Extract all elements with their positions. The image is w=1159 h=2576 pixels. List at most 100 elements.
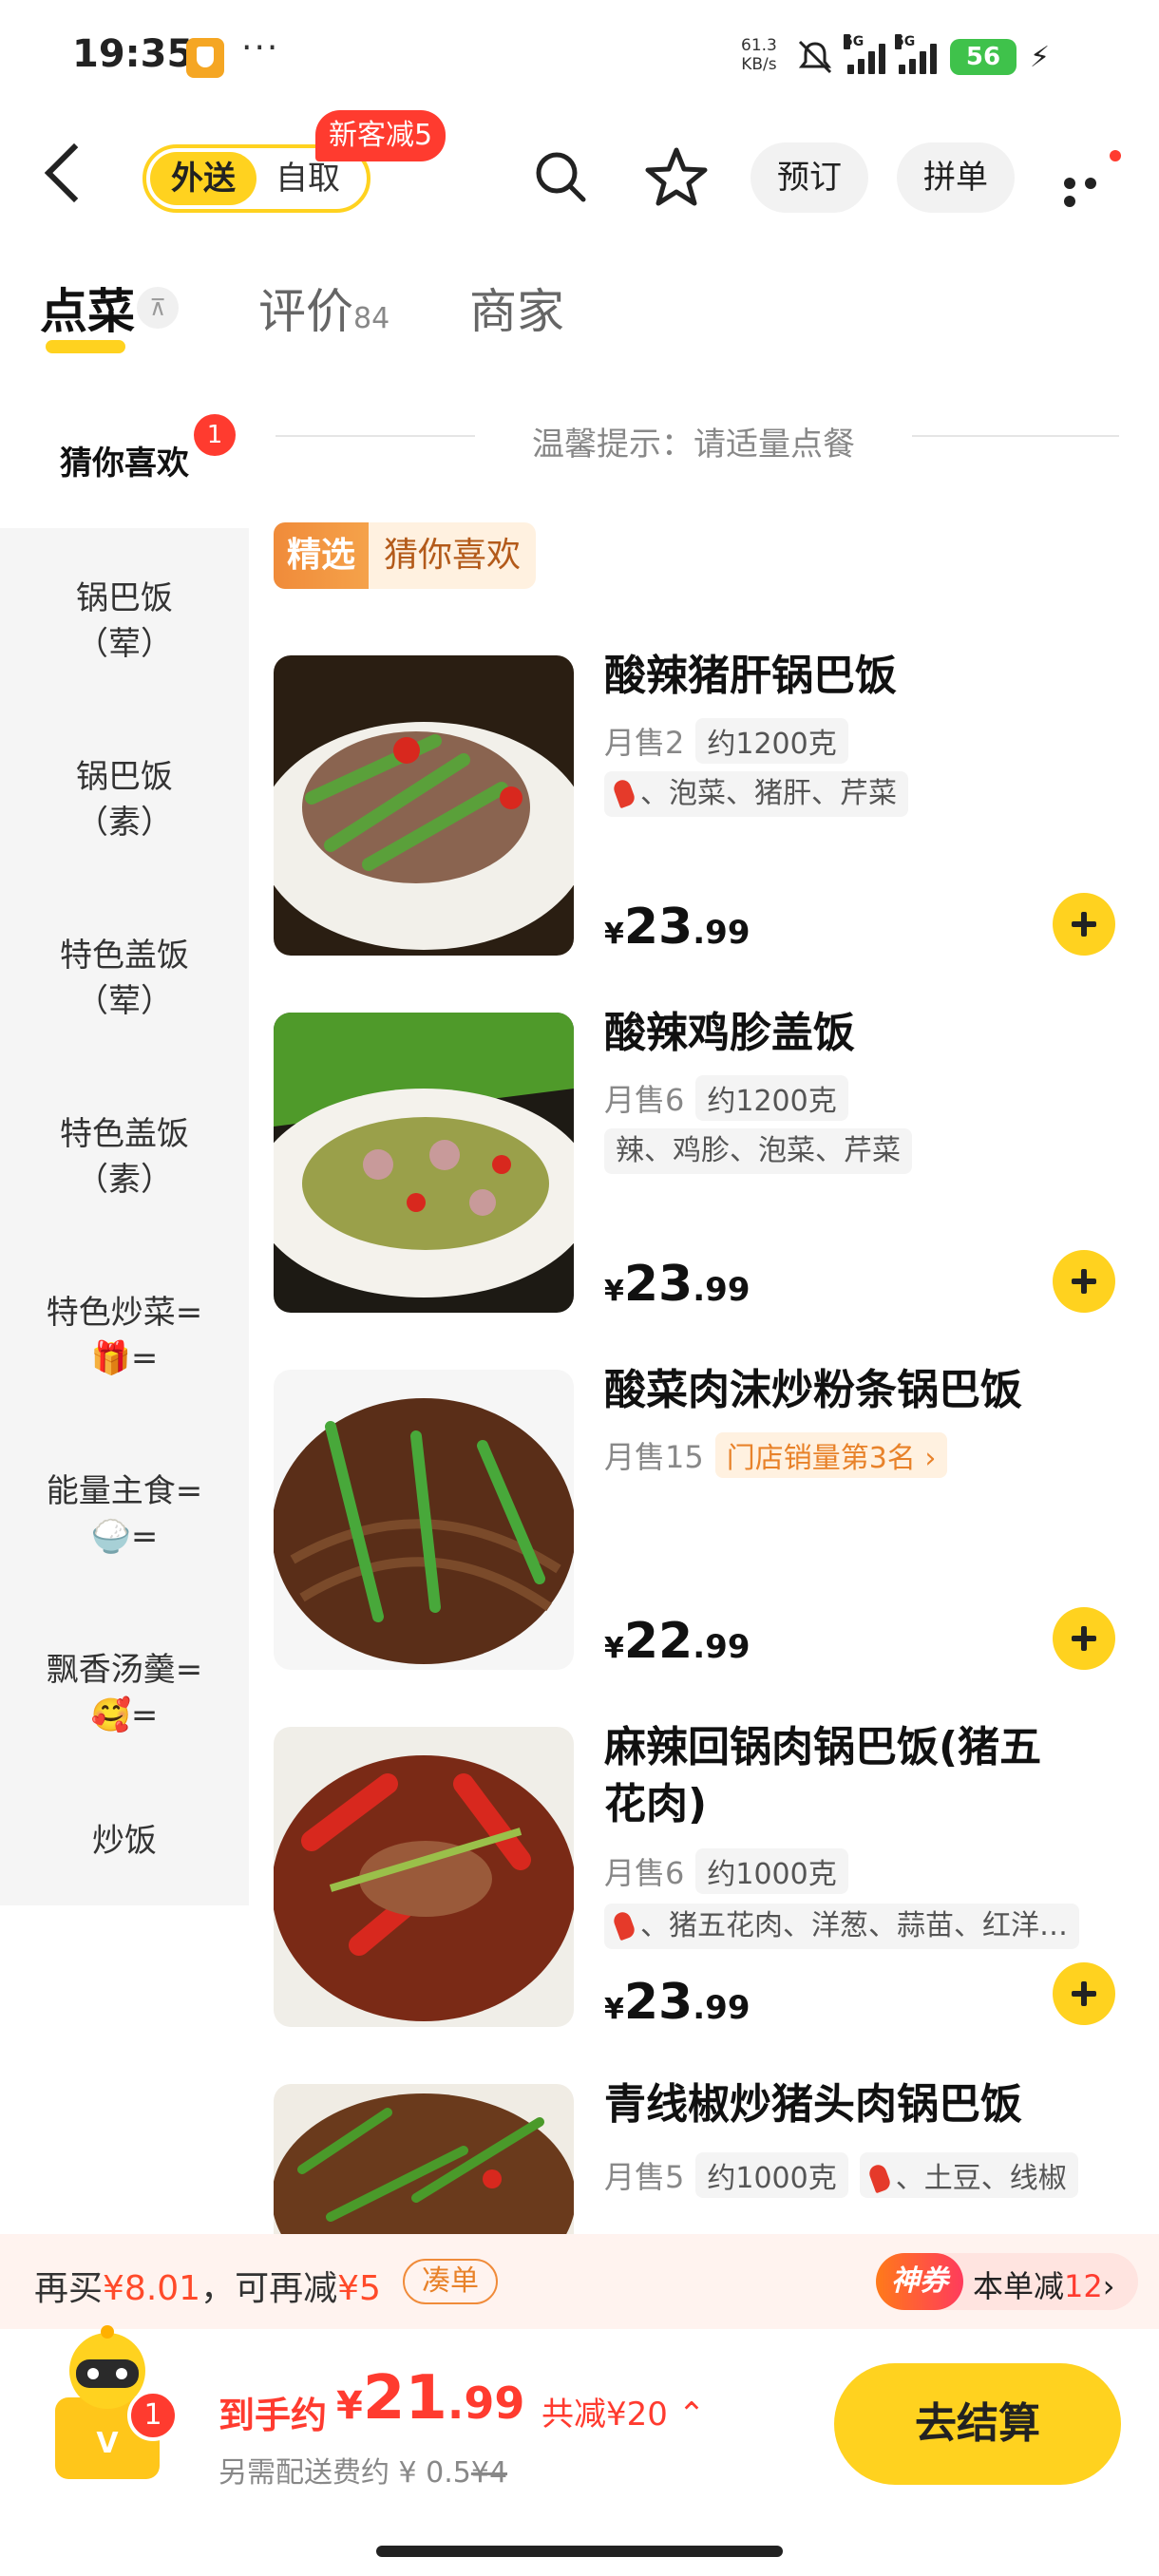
home-indicator[interactable]	[376, 2546, 783, 2557]
dish-tags: 、猪五花肉、洋葱、蒜苗、红洋…	[604, 1904, 1079, 1949]
sidebar-item-sublabel: 🍚=	[90, 1518, 159, 1556]
tab-merchant[interactable]: 商家	[469, 274, 564, 342]
add-to-cart-button[interactable]	[1053, 1962, 1115, 2025]
tab-reviews[interactable]: 评价84	[258, 274, 390, 342]
sidebar-item-label: 特色盖饭	[60, 1115, 189, 1153]
add-to-cart-button[interactable]	[1053, 1607, 1115, 1670]
chevron-right-icon: ›	[1102, 2268, 1115, 2304]
sidebar-item-stir-fry[interactable]: 特色炒菜= 🎁=	[0, 1290, 249, 1381]
speed-unit: KB/s	[741, 55, 777, 74]
sidebar-item-crispy-rice-veg[interactable]: 锅巴饭 （素）	[0, 754, 249, 845]
dish-sales: 月售2	[604, 725, 685, 761]
total-label: 到手约	[218, 2395, 328, 2436]
dish-tags-text: 、猪五花肉、洋葱、蒜苗、红洋…	[640, 1909, 1068, 1942]
dish-meta: 月售6 约1000克	[604, 1848, 848, 1894]
dish-sales: 月售6	[604, 1082, 685, 1118]
notification-dot	[1110, 150, 1121, 161]
speed-value: 61.3	[741, 36, 777, 55]
shield-app-icon	[186, 38, 224, 78]
dish-image[interactable]	[274, 2084, 574, 2234]
dish-name[interactable]: 青线椒炒猪头肉锅巴饭	[604, 2076, 1117, 2133]
dish-name[interactable]: 酸辣猪肝锅巴饭	[604, 648, 1117, 705]
sales-rank-badge[interactable]: 门店销量第3名 ›	[714, 1432, 948, 1478]
add-to-cart-button[interactable]	[1053, 1250, 1115, 1313]
signal-icon-2: 5G	[895, 34, 937, 74]
dish-price: ¥23.99	[604, 899, 750, 956]
mute-bell-icon	[798, 40, 832, 74]
tab-order[interactable]: 点菜	[40, 274, 135, 342]
search-icon[interactable]	[534, 150, 587, 203]
cart-count-badge: 1	[127, 2390, 179, 2441]
dish-image[interactable]	[274, 1013, 574, 1313]
sidebar-item-sublabel: （荤）	[76, 982, 173, 1020]
sidebar-item-crispy-rice-meat[interactable]: 锅巴饭 （荤）	[0, 576, 249, 667]
sidebar-item-rice-bowl-meat[interactable]: 特色盖饭 （荤）	[0, 933, 249, 1024]
dish-sales: 月售15	[604, 1439, 704, 1475]
back-icon[interactable]	[44, 142, 104, 203]
favorite-star-icon[interactable]	[644, 146, 709, 207]
sidebar-item-sublabel: （荤）	[76, 625, 173, 663]
checkout-button[interactable]: 去结算	[834, 2363, 1121, 2485]
status-time: 19:35	[72, 32, 194, 76]
dish-price: ¥22.99	[604, 1613, 750, 1670]
add-items-button[interactable]: 凑单	[403, 2259, 498, 2304]
dish-meta: 月售6 约1200克	[604, 1075, 848, 1121]
charging-icon: ⚡	[1030, 40, 1051, 74]
more-menu-icon[interactable]	[1064, 175, 1121, 207]
coupon-tag: 神券	[876, 2253, 963, 2310]
tab-active-underline	[46, 340, 125, 353]
sidebar-item-staple[interactable]: 能量主食= 🍚=	[0, 1468, 249, 1560]
sidebar-item-label: 锅巴饭	[76, 758, 173, 796]
dish-image[interactable]	[274, 1727, 574, 2027]
dish-name[interactable]: 麻辣回锅肉锅巴饭(猪五 花肉)	[604, 1719, 1117, 1833]
sidebar-item-sublabel: 🥰=	[90, 1696, 159, 1734]
add-to-cart-button[interactable]	[1053, 893, 1115, 956]
tab-reviews-count: 84	[353, 302, 390, 335]
dish-price: ¥23.99	[604, 1974, 750, 2031]
add-more-hint: 再买¥8.01，可再减¥5	[34, 2269, 381, 2308]
svg-text:ᐯ: ᐯ	[96, 2427, 119, 2460]
dish-meta: 月售15 门店销量第3名 ›	[604, 1432, 948, 1478]
dish-name[interactable]: 酸菜肉沫炒粉条锅巴饭	[604, 1362, 1117, 1419]
sidebar-badge: 1	[194, 414, 236, 456]
tip-divider-left	[276, 435, 475, 437]
total-price: ¥21.99	[336, 2363, 525, 2434]
sidebar-item-label: 特色盖饭	[60, 937, 189, 975]
sidebar-item-label: 飘香汤羹=	[46, 1651, 203, 1689]
dish-name-line-2: 花肉)	[604, 1780, 708, 1828]
tab-reviews-label: 评价	[258, 284, 353, 339]
dish-meta: 月售5 约1000克 、土豆、线椒	[604, 2152, 1078, 2198]
dish-meta: 月售2 约1200克	[604, 718, 848, 764]
sidebar-item-label: 炒饭	[92, 1822, 157, 1860]
tip-divider-right	[912, 435, 1119, 437]
mode-delivery[interactable]: 外送	[150, 152, 256, 205]
delivery-fee: 另需配送费约 ¥ 0.5¥4	[218, 2456, 508, 2490]
dish-tags-text: 、土豆、线椒	[895, 2162, 1067, 2195]
reserve-button[interactable]: 预订	[750, 142, 868, 213]
dish-image[interactable]	[274, 1370, 574, 1670]
pin-top-icon: ⊼	[137, 287, 179, 329]
coupon-text[interactable]: 本单减12›	[973, 2263, 1115, 2306]
sidebar-item-sublabel: 🎁=	[90, 1339, 159, 1377]
sidebar-item-label: 锅巴饭	[76, 579, 173, 617]
dish-image[interactable]	[274, 655, 574, 956]
chili-icon	[866, 2162, 892, 2194]
dish-tags-text: 辣、鸡胗、泡菜、芹菜	[616, 1134, 901, 1167]
chili-icon	[611, 777, 637, 809]
sidebar-item-fried-rice[interactable]: 炒饭	[0, 1818, 249, 1864]
sidebar-item-rice-bowl-veg[interactable]: 特色盖饭 （素）	[0, 1111, 249, 1203]
group-order-button[interactable]: 拼单	[897, 142, 1015, 213]
sidebar-item-soup[interactable]: 飘香汤羹= 🥰=	[0, 1647, 249, 1738]
sidebar-item-sublabel: （素）	[76, 804, 173, 842]
discount-summary[interactable]: 共减¥20 ⌃	[542, 2388, 705, 2434]
dish-weight: 约1000克	[695, 1848, 848, 1894]
section-tag: 精选	[274, 522, 370, 589]
dish-name[interactable]: 酸辣鸡胗盖饭	[604, 1005, 1117, 1062]
chili-icon	[611, 1909, 637, 1941]
signal-icon: 5G	[844, 34, 885, 74]
dish-tags: 、土豆、线椒	[859, 2152, 1078, 2198]
sidebar-item-sublabel: （素）	[76, 1161, 173, 1199]
dish-price: ¥23.99	[604, 1256, 750, 1313]
dish-name-line-1: 麻辣回锅肉锅巴饭(猪五	[604, 1723, 1042, 1771]
new-customer-badge: 新客减5	[315, 110, 446, 161]
